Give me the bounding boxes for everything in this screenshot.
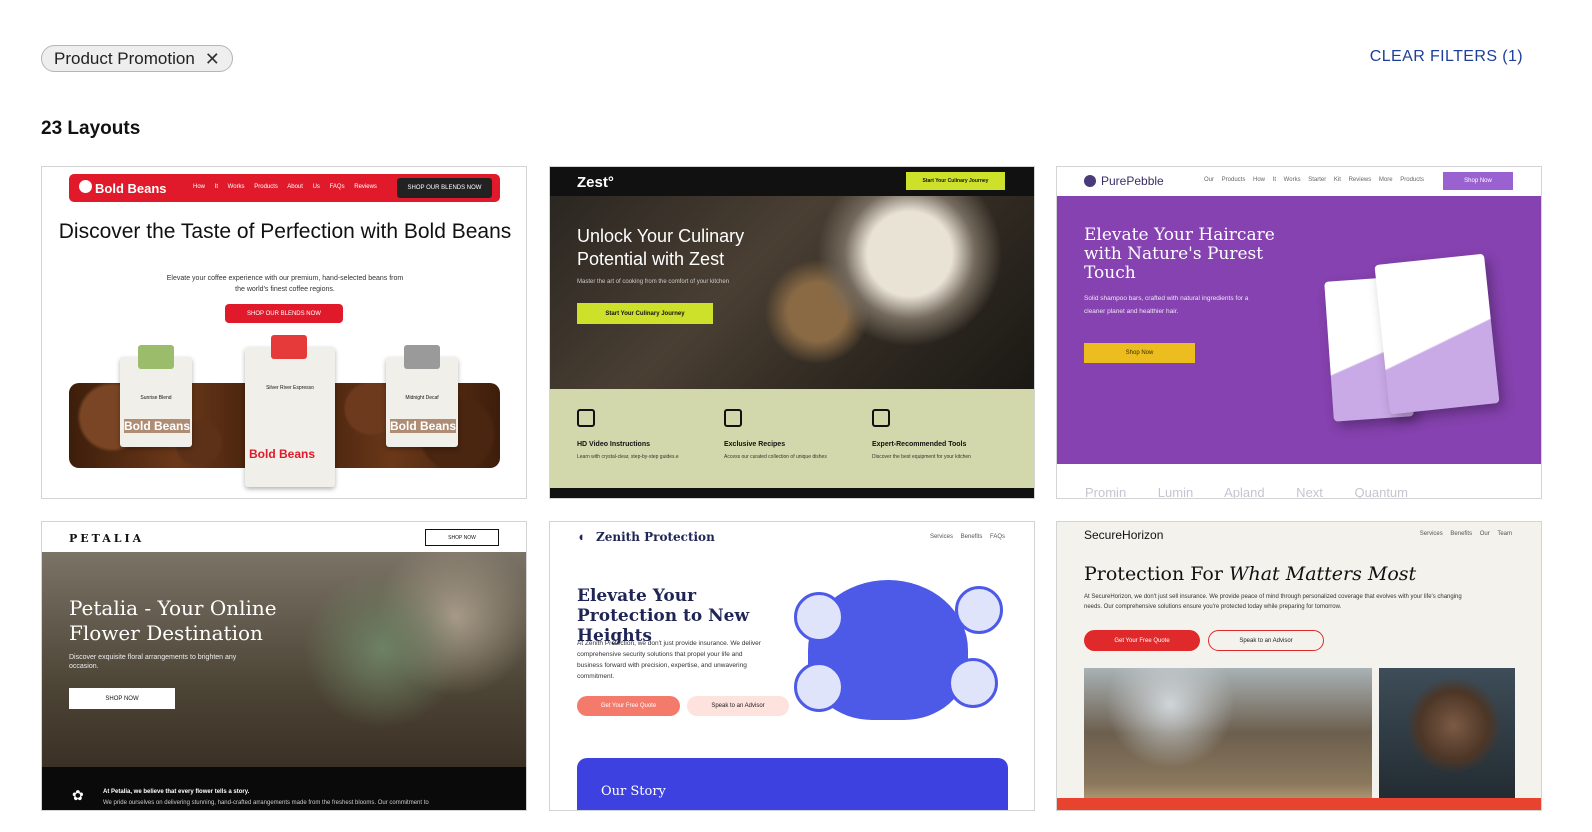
plane-icon (794, 662, 844, 712)
coffee-bag-image: Midnight Decaf Bold Beans (386, 345, 458, 447)
preview-headline: Protection For What Matters Most (1084, 563, 1416, 585)
bag-label: Sunrise Blend (140, 395, 172, 401)
preview-cta-secondary: Speak to an Advisor (1208, 630, 1324, 651)
coffee-bag-image: Silver River Espresso Bold Beans (245, 335, 335, 487)
preview-headline: Elevate Your Haircare with Nature's Pure… (1084, 225, 1275, 283)
preview-subtext: At SecureHorizon, we don't just sell ins… (1084, 594, 1462, 610)
grandparent-child-image (1379, 668, 1515, 810)
preview-cta: SHOP NOW (69, 688, 175, 709)
car-icon (955, 586, 1003, 634)
clear-filters-button[interactable]: CLEAR FILTERS (1) (1370, 48, 1523, 66)
filter-bar: Product Promotion ✕ CLEAR FILTERS (1) (41, 45, 1531, 73)
recipe-list-icon (724, 409, 742, 427)
family-home-image (1084, 668, 1372, 810)
preview-nav-links: Services Benefits Our Team (1419, 531, 1512, 537)
video-camera-icon (577, 409, 595, 427)
close-icon[interactable]: ✕ (205, 50, 220, 68)
feature-desc: Learn with crystal-clear, step-by-step g… (577, 454, 679, 460)
preview-subtext: At Zenith Protection, we don't just prov… (577, 640, 761, 680)
preview-subtext: Elevate your coffee experience with our … (166, 275, 404, 293)
preview-logo: Zest° (577, 174, 614, 191)
preview-headline: Elevate Your Protection to New Heights (577, 586, 750, 646)
flower-icon: ✿ (72, 787, 84, 803)
preview-subtext: Solid shampoo bars, crafted with natural… (1084, 295, 1249, 315)
about-text: We pride ourselves on delivering stunnin… (103, 800, 429, 806)
feature-title: Exclusive Recipes (724, 441, 786, 448)
preview-headline: Discover the Taste of Perfection with Bo… (58, 220, 512, 243)
preview-logo: Zenith Protection (596, 530, 715, 544)
preview-nav-cta: Shop Now (1443, 172, 1513, 190)
feature-item: Expert-Recommended Tools Discover the be… (872, 409, 1002, 461)
preview-subtext: Master the art of cooking from the comfo… (577, 279, 730, 285)
footer-band (1057, 798, 1541, 810)
about-title: At Petalia, we believe that every flower… (103, 789, 250, 795)
preview-nav-cta: SHOP OUR BLENDS NOW (397, 178, 492, 198)
preview-cta: SHOP OUR BLENDS NOW (225, 304, 343, 323)
preview-nav-links: Services Benefits FAQs (929, 534, 1005, 540)
shield-logo-icon: ◖ (577, 529, 585, 544)
house-icon (948, 658, 998, 708)
preview-cta: Shop Now (1084, 343, 1195, 363)
layouts-count: 23 Layouts (41, 118, 141, 139)
preview-subtext: Discover exquisite floral arrangements t… (69, 654, 237, 670)
preview-cta: Start Your Culinary Journey (577, 303, 713, 324)
preview-logo: SecureHorizon (1084, 528, 1164, 542)
product-box-image (1374, 253, 1500, 415)
preview-logo: Bold Beans (95, 181, 167, 196)
mug-logo-icon (79, 180, 92, 193)
partner-logos: Promin Lumin Apland Next Quantum (1085, 485, 1408, 499)
layout-card-zenith-protection[interactable]: ◖ Zenith Protection Services Benefits FA… (549, 521, 1035, 811)
pebble-logo-icon (1084, 175, 1096, 187)
preview-cta-primary: Get Your Free Quote (1084, 630, 1200, 651)
feature-title: Expert-Recommended Tools (872, 441, 967, 448)
preview-cta-primary: Get Your Free Quote (577, 696, 680, 716)
coffee-bag-image: Sunrise Blend Bold Beans (120, 345, 192, 447)
blender-icon (872, 409, 890, 427)
medical-kit-icon (794, 592, 844, 642)
preview-nav-links: Our Products How It Works Starter Kit Re… (1204, 177, 1424, 183)
preview-nav-links: How It Works Products About Us FAQs Revi… (193, 184, 377, 190)
layout-card-purepebble[interactable]: PurePebble Our Products How It Works Sta… (1056, 166, 1542, 499)
bag-label: Midnight Decaf (405, 395, 439, 401)
bag-label: Silver River Espresso (266, 385, 314, 391)
preview-logo: PETALIA (69, 532, 145, 545)
preview-navbar: Bold Beans How It Works Products About U… (69, 174, 500, 202)
layout-card-petalia[interactable]: PETALIA SHOP NOW Petalia - Your Online F… (41, 521, 527, 811)
headline-plain: Protection For (1084, 563, 1229, 585)
feature-item: HD Video Instructions Learn with crystal… (577, 409, 707, 461)
feature-title: HD Video Instructions (577, 441, 650, 448)
feature-desc: Access our curated collection of unique … (724, 454, 827, 460)
about-section: ✿ At Petalia, we believe that every flow… (42, 767, 526, 810)
feature-desc: Discover the best equipment for your kit… (872, 454, 971, 460)
layout-card-zest[interactable]: Zest° Start Your Culinary Journey Unlock… (549, 166, 1035, 499)
preview-nav-cta: SHOP NOW (425, 529, 499, 546)
preview-logo: PurePebble (1101, 174, 1164, 188)
feature-item: Exclusive Recipes Access our curated col… (724, 409, 854, 461)
preview-headline: Petalia - Your Online Flower Destination (69, 596, 277, 645)
bag-brand: Bold Beans (390, 419, 457, 433)
headline-italic: What Matters Most (1228, 563, 1417, 585)
preview-cta-secondary: Speak to an Advisor (687, 696, 789, 716)
layout-card-securehorizon[interactable]: SecureHorizon Services Benefits Our Team… (1056, 521, 1542, 811)
features-section: HD Video Instructions Learn with crystal… (550, 389, 1034, 488)
filter-chip-product-promotion[interactable]: Product Promotion ✕ (41, 45, 233, 72)
story-title: Our Story (601, 784, 666, 799)
filter-chip-label: Product Promotion (54, 48, 195, 68)
bag-brand: Bold Beans (124, 419, 191, 433)
preview-headline: Unlock Your Culinary Potential with Zest (577, 226, 745, 269)
layout-card-bold-beans[interactable]: Bold Beans How It Works Products About U… (41, 166, 527, 499)
bag-brand: Bold Beans (249, 447, 316, 461)
preview-nav-cta: Start Your Culinary Journey (906, 172, 1005, 190)
